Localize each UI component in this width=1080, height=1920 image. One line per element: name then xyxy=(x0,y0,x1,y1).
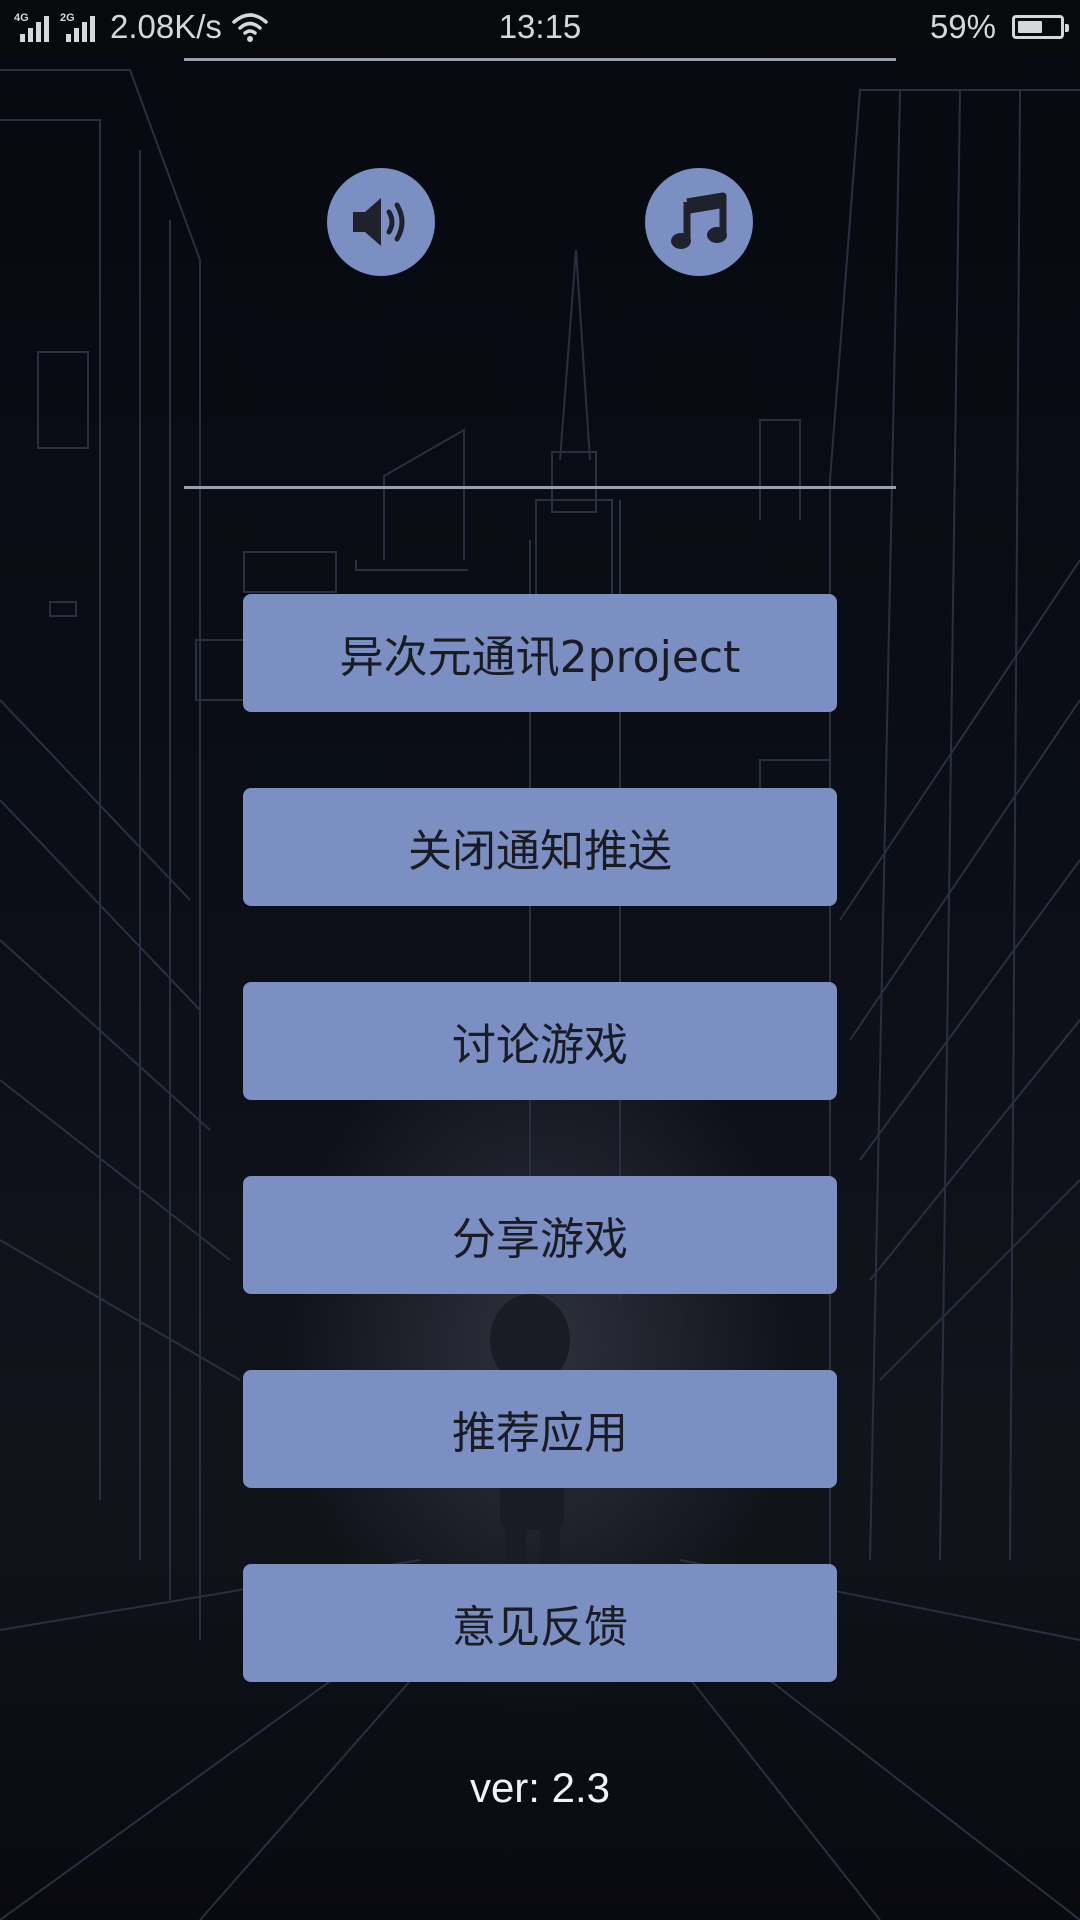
settings-screen: 4G 2G 2.08K/s 13:15 59% 异次元通讯2project 关闭… xyxy=(0,0,1080,1920)
battery-nub xyxy=(1065,24,1069,32)
status-right: 59% xyxy=(929,8,1069,46)
battery-percent: 59% xyxy=(929,8,996,45)
music-note-icon xyxy=(671,192,727,249)
battery-icon xyxy=(1012,15,1069,39)
feedback-button[interactable]: 意见反馈 xyxy=(243,1564,837,1682)
top-divider xyxy=(184,58,896,61)
recommended-apps-button[interactable]: 推荐应用 xyxy=(243,1370,837,1488)
status-time: 13:15 xyxy=(498,8,582,45)
status-bar: 4G 2G 2.08K/s 13:15 59% xyxy=(0,0,1080,56)
disable-notifications-button[interactable]: 关闭通知推送 xyxy=(243,788,837,906)
music-toggle-button[interactable] xyxy=(645,168,753,276)
share-game-button[interactable]: 分享游戏 xyxy=(243,1176,837,1294)
sound-toggle-button[interactable] xyxy=(327,168,435,276)
discuss-game-button[interactable]: 讨论游戏 xyxy=(243,982,837,1100)
battery-fill xyxy=(1018,21,1042,33)
game-title-button[interactable]: 异次元通讯2project xyxy=(243,594,837,712)
version-label: ver: 2.3 xyxy=(469,1764,611,1811)
speaker-volume-icon xyxy=(353,198,405,246)
section-divider xyxy=(184,486,896,489)
